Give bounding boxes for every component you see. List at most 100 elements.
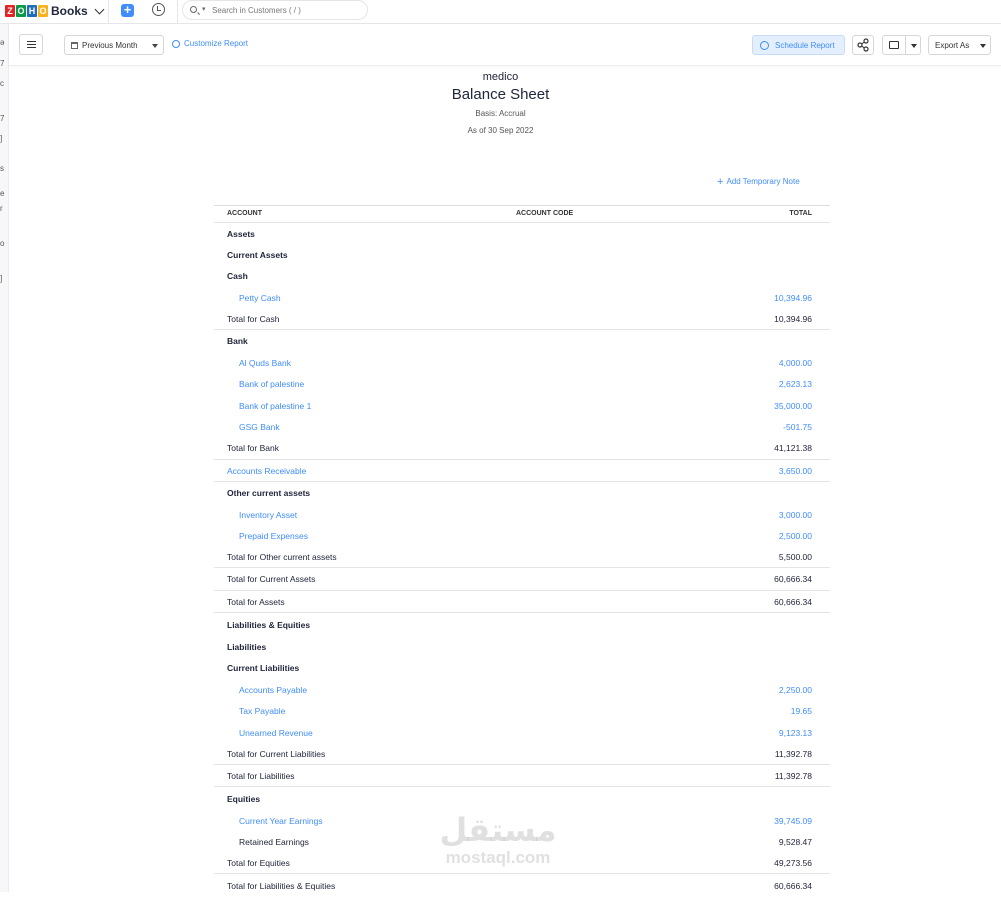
row-label[interactable]: Inventory Asset: [239, 510, 297, 520]
row-total-value[interactable]: 4,000.00: [779, 358, 812, 368]
sidebar-icon[interactable]: o: [0, 239, 4, 248]
row-label: Retained Earnings: [239, 837, 309, 847]
export-as-button[interactable]: Export As: [928, 35, 991, 55]
sidebar-icon[interactable]: 7: [0, 59, 4, 68]
sidebar-icon[interactable]: s: [0, 164, 4, 173]
row-total-value[interactable]: 2,250.00: [779, 685, 812, 695]
row-label: Total for Cash: [227, 313, 280, 324]
recent-history-icon[interactable]: [152, 3, 165, 16]
sidebar-icon[interactable]: r: [0, 204, 3, 213]
row-total-value[interactable]: 35,000.00: [774, 401, 812, 411]
column-header-total: TOTAL: [789, 210, 812, 217]
section-heading-row: Bank: [214, 330, 830, 352]
sidebar-icon[interactable]: ə: [0, 38, 4, 47]
account-row[interactable]: Bank of palestine 2,623.13: [214, 373, 830, 395]
print-button-group[interactable]: [882, 35, 921, 55]
table-body: Assets Current Assets Cash Petty Cash 10,394…: [214, 223, 830, 897]
row-total-value[interactable]: 10,394.96: [774, 293, 812, 303]
row-total-value[interactable]: 39,745.09: [774, 816, 812, 826]
top-bar: ZOHO Books + ▾ Search in Customers ( / ): [0, 0, 1001, 24]
section-heading-row: Equities: [214, 787, 830, 810]
clock-icon: [760, 40, 769, 50]
account-row[interactable]: GSG Bank -501.75: [214, 416, 830, 437]
row-total-value: 9,528.47: [778, 837, 812, 847]
share-button[interactable]: [852, 35, 874, 55]
total-row: Total for Liabilities & Equities 60,666.3…: [214, 874, 830, 897]
customize-report-link[interactable]: Customize Report: [172, 39, 248, 48]
row-label: Total for Assets: [227, 596, 285, 607]
row-label[interactable]: GSG Bank: [239, 422, 280, 432]
section-heading-row: Current Assets: [214, 244, 830, 265]
sidebar-icon[interactable]: e: [0, 189, 4, 198]
row-label[interactable]: Bank of palestine: [239, 379, 304, 389]
caret-down-icon: [152, 44, 158, 48]
account-row[interactable]: Petty Cash 10,394.96: [214, 287, 830, 308]
account-row[interactable]: Accounts Payable 2,250.00: [214, 679, 830, 700]
row-label: Assets: [227, 228, 255, 239]
row-label[interactable]: Accounts Payable: [239, 685, 307, 695]
row-label: Cash: [227, 271, 248, 281]
row-label: Total for Bank: [227, 443, 279, 453]
total-row: Total for Other current assets 5,500.00: [214, 547, 830, 568]
sidebar-icon[interactable]: ]: [0, 134, 2, 143]
report-basis: Basis: Accrual: [475, 109, 526, 118]
zoho-logo-icon: ZOHO: [5, 5, 48, 17]
total-row: Total for Liabilities 11,392.78: [214, 765, 830, 787]
left-sidebar-strip: ə 7 c 7 ] s e r o ]: [0, 24, 9, 892]
account-row[interactable]: Tax Payable 19.65: [214, 700, 830, 722]
printer-icon[interactable]: [889, 41, 899, 49]
search-input[interactable]: ▾ Search in Customers ( / ): [182, 0, 368, 20]
search-scope-dropdown-icon[interactable]: ▾: [202, 5, 206, 13]
row-total-value: 41,121.38: [774, 443, 812, 453]
plus-icon: +: [717, 176, 724, 188]
account-row[interactable]: Prepaid Expenses 2,500.00: [214, 525, 830, 547]
account-row[interactable]: Unearned Revenue 9,123.13: [214, 722, 830, 743]
add-temporary-note-link[interactable]: + Add Temporary Note: [717, 175, 800, 188]
zoho-books-logo[interactable]: ZOHO Books: [5, 3, 105, 19]
schedule-label: Schedule Report: [775, 40, 835, 50]
row-label[interactable]: Accounts Receivable: [227, 466, 306, 476]
sidebar-icon[interactable]: ]: [0, 274, 2, 283]
schedule-report-button[interactable]: Schedule Report: [752, 35, 845, 55]
row-total-value[interactable]: -501.75: [783, 422, 812, 432]
account-row[interactable]: Accounts Receivable 3,650.00: [214, 460, 830, 482]
row-label: Total for Other current assets: [227, 552, 337, 562]
report-as-of-date: As of 30 Sep 2022: [467, 126, 534, 135]
quick-create-plus-icon[interactable]: +: [121, 3, 134, 17]
account-row[interactable]: Al Quds Bank 4,000.00: [214, 352, 830, 373]
row-total-value: 60,666.34: [774, 880, 812, 891]
hamburger-icon: [27, 41, 36, 43]
row-label: Total for Current Liabilities: [227, 748, 326, 759]
section-heading-row: Liabilities: [214, 636, 830, 657]
row-total-value[interactable]: 2,500.00: [779, 531, 812, 541]
row-label[interactable]: Al Quds Bank: [239, 358, 291, 368]
row-label[interactable]: Tax Payable: [239, 706, 285, 716]
row-label: Total for Current Assets: [227, 574, 316, 584]
total-row: Total for Bank 41,121.38: [214, 437, 830, 460]
row-label[interactable]: Prepaid Expenses: [239, 531, 308, 541]
divider: [108, 0, 109, 24]
row-total-value[interactable]: 3,000.00: [779, 510, 812, 520]
row-label: Bank: [227, 336, 248, 346]
row-total-value: 49,273.56: [774, 858, 812, 868]
divider: [177, 0, 178, 24]
period-select[interactable]: Previous Month: [64, 35, 164, 55]
section-heading-row: Other current assets: [214, 482, 830, 504]
hamburger-menu-button[interactable]: [19, 34, 43, 55]
row-total-value[interactable]: 3,650.00: [779, 466, 812, 476]
report-title: Balance Sheet: [451, 86, 550, 103]
company-name: medico: [482, 71, 519, 83]
caret-down-icon[interactable]: [911, 44, 917, 48]
row-total-value[interactable]: 19.65: [791, 706, 812, 716]
row-label[interactable]: Bank of palestine 1: [239, 401, 311, 411]
row-label[interactable]: Petty Cash: [239, 293, 281, 303]
column-header-account: ACCOUNT: [227, 210, 262, 217]
account-row[interactable]: Bank of palestine 1 35,000.00: [214, 395, 830, 416]
chevron-down-icon: [94, 4, 105, 14]
row-label[interactable]: Current Year Earnings: [239, 816, 323, 826]
account-row[interactable]: Inventory Asset 3,000.00: [214, 504, 830, 525]
caret-down-icon: [980, 44, 986, 48]
row-total-value[interactable]: 9,123.13: [779, 728, 812, 738]
row-label[interactable]: Unearned Revenue: [239, 728, 313, 738]
row-total-value[interactable]: 2,623.13: [779, 379, 812, 389]
